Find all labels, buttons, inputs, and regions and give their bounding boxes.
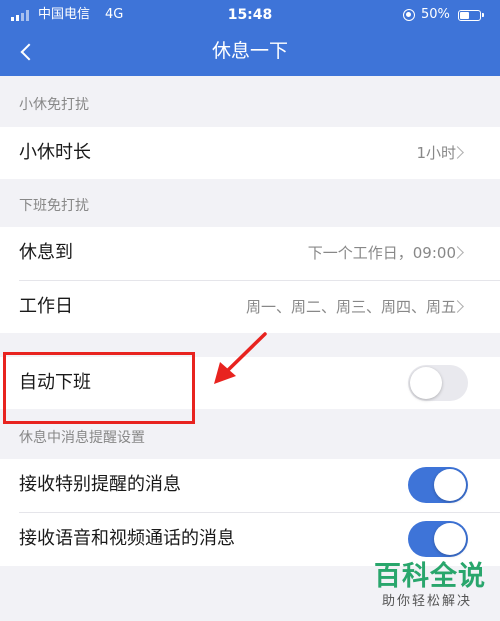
- annotation-highlight-box: [3, 352, 195, 424]
- special-alert-label: 接收特别提醒的消息: [19, 474, 181, 495]
- toggle-knob: [410, 367, 442, 399]
- rotation-lock-icon: [403, 9, 415, 21]
- call-alert-label: 接收语音和视频通话的消息: [19, 528, 235, 549]
- special-alert-toggle[interactable]: [408, 467, 468, 503]
- break-duration-row[interactable]: 小休时长 1小时: [0, 127, 500, 179]
- card-break: 小休时长 1小时: [0, 127, 500, 179]
- watermark-title: 百科全说: [374, 561, 486, 592]
- toggle-knob: [434, 523, 466, 555]
- special-alert-row: 接收特别提醒的消息: [0, 459, 500, 511]
- section-header-offwork: 下班免打扰: [19, 198, 89, 214]
- card-offwork: 休息到 下一个工作日，09:00 工作日 周一、周二、周三、周四、周五: [0, 227, 500, 333]
- workdays-label: 工作日: [19, 296, 73, 317]
- top-bar: 中国电信 4G 15:48 50% 休息一下: [0, 0, 500, 76]
- auto-off-toggle[interactable]: [408, 365, 468, 401]
- rest-until-value: 下一个工作日，09:00: [307, 244, 456, 262]
- section-header-break: 小休免打扰: [19, 97, 89, 113]
- annotation-arrow-icon: [214, 332, 267, 384]
- card-notifications: 接收特别提醒的消息 接收语音和视频通话的消息: [0, 459, 500, 566]
- toggle-knob: [434, 469, 466, 501]
- battery-percent: 50%: [421, 7, 450, 22]
- rest-until-row[interactable]: 休息到 下一个工作日，09:00: [0, 227, 500, 279]
- rest-until-label: 休息到: [19, 242, 73, 263]
- workdays-value: 周一、周二、周三、周四、周五: [245, 298, 456, 316]
- section-header-notifications: 休息中消息提醒设置: [19, 430, 145, 446]
- watermark-subtitle: 助你轻松解决: [382, 594, 473, 609]
- break-duration-value: 1小时: [416, 144, 456, 162]
- page-title: 休息一下: [211, 40, 288, 62]
- workdays-row[interactable]: 工作日 周一、周二、周三、周四、周五: [0, 281, 500, 333]
- call-alert-toggle[interactable]: [408, 521, 468, 557]
- status-bar: 中国电信 4G 15:48 50%: [0, 5, 500, 25]
- break-duration-label: 小休时长: [19, 142, 91, 163]
- call-alert-row: 接收语音和视频通话的消息: [0, 513, 500, 565]
- battery-icon: [458, 10, 484, 21]
